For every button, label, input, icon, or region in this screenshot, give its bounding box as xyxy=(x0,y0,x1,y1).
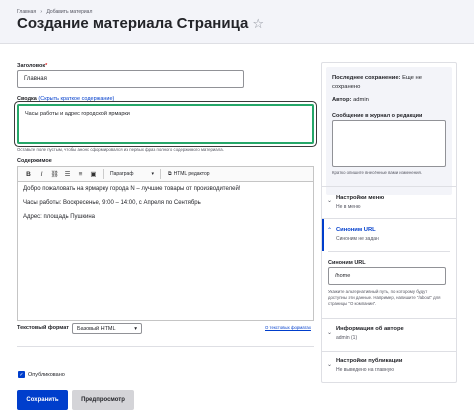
sidebar: Последнее сохранение: Еще не сохранено А… xyxy=(321,62,457,383)
chevron-down-icon: ▾ xyxy=(151,171,154,177)
last-saved: Последнее сохранение: Еще не сохранено xyxy=(332,75,422,90)
editor-content[interactable]: Добро пожаловать на ярмарку города N – л… xyxy=(18,182,313,232)
link-button[interactable]: ⛓ xyxy=(48,168,61,181)
title-label: Заголовок* xyxy=(17,63,48,69)
italic-button[interactable]: I xyxy=(35,168,48,181)
preview-button[interactable]: Предпросмотр xyxy=(72,390,134,410)
summary-textarea[interactable]: Часы работы и адрес городской ярмарки xyxy=(17,104,314,144)
heading-select[interactable]: Параграф ▾ xyxy=(107,171,157,177)
text-format-select[interactable]: Базовый HTML ▾ xyxy=(72,323,142,334)
chevron-down-icon: ⌄ xyxy=(327,362,333,368)
menu-settings-accordion[interactable]: ⌄ Настройки меню Не в меню xyxy=(322,186,456,218)
author-info-accordion[interactable]: ⌄ Информация об авторе admin (1) xyxy=(322,318,456,351)
summary-label: Сводка (Скрыть краткое содержание) xyxy=(17,96,115,102)
publishing-title: Настройки публикации xyxy=(336,358,403,364)
chevron-down-icon: ⌄ xyxy=(327,198,333,204)
bold-button[interactable]: B xyxy=(22,168,35,181)
divider xyxy=(17,346,314,347)
text-format-label: Текстовый формат xyxy=(17,325,69,331)
chevron-down-icon: ▾ xyxy=(134,325,137,332)
page-header: Главная › Добавить материал Создание мат… xyxy=(0,0,474,44)
publishing-subtitle: Не выведено на главную xyxy=(336,367,394,373)
url-alias-field-label: Синоним URL xyxy=(328,260,366,266)
url-alias-title: Синоним URL xyxy=(336,227,376,233)
published-checkbox[interactable]: ✓ xyxy=(18,371,25,378)
body-paragraph: Добро пожаловать на ярмарку города N – л… xyxy=(23,186,241,192)
body-editor: B I ⛓ ☰ ≡ ▣ Параграф ▾ ⧉ HTML редактор Доб… xyxy=(17,166,314,321)
url-alias-subtitle: Синоним не задан xyxy=(336,236,379,242)
url-alias-accordion[interactable]: ⌃ Синоним URL Синоним не задан Синоним U… xyxy=(322,218,456,318)
text-format-help-link[interactable]: О текстовых форматах xyxy=(265,325,311,330)
hide-summary-link[interactable]: (Скрыть краткое содержание) xyxy=(38,96,114,102)
chevron-up-icon: ⌃ xyxy=(327,228,333,234)
url-alias-help: Укажите альтернативный путь, по которому… xyxy=(328,289,441,307)
page-title: Создание материала Страница ☆ xyxy=(17,15,264,32)
author-info-subtitle: admin (1) xyxy=(336,335,358,341)
bulleted-list-icon: ☰ xyxy=(64,171,71,178)
body-paragraph: Часы работы: Воскресенье, 9:00 – 14:00, … xyxy=(23,200,201,206)
image-icon: ▣ xyxy=(90,171,97,178)
chevron-down-icon: ⌄ xyxy=(327,330,333,336)
published-label: Опубликовано xyxy=(28,372,65,378)
source-button[interactable]: ⧉ HTML редактор xyxy=(164,171,214,177)
publishing-accordion[interactable]: ⌄ Настройки публикации Не выведено на гл… xyxy=(322,351,456,383)
numbered-list-icon: ≡ xyxy=(78,170,83,178)
url-alias-input[interactable]: /home xyxy=(328,267,446,285)
meta-box: Последнее сохранение: Еще не сохранено А… xyxy=(326,67,452,195)
body-paragraph: Адрес: площадь Пушкина xyxy=(23,214,95,220)
author-info-title: Информация об авторе xyxy=(336,326,404,332)
menu-settings-title: Настройки меню xyxy=(336,195,385,201)
numbered-list-button[interactable]: ≡ xyxy=(74,168,87,181)
title-input[interactable]: Главная xyxy=(17,70,244,88)
body-label: Содержимое xyxy=(17,158,52,164)
required-mark: * xyxy=(45,63,48,69)
link-icon: ⛓ xyxy=(50,171,59,178)
editor-toolbar: B I ⛓ ☰ ≡ ▣ Параграф ▾ ⧉ HTML редактор xyxy=(18,167,313,182)
save-button[interactable]: Сохранить xyxy=(17,390,68,410)
image-button[interactable]: ▣ xyxy=(87,168,100,181)
summary-help: Оставьте поле пустым, чтобы анонс сформи… xyxy=(17,147,224,152)
revision-help: Кратко опишите внесённые вами изменения. xyxy=(332,170,423,175)
source-icon: ⧉ xyxy=(168,171,172,177)
revision-label: Сообщение в журнал о редакции xyxy=(332,113,423,119)
author-info: Автор: admin xyxy=(332,97,369,103)
revision-textarea[interactable] xyxy=(332,120,446,167)
star-icon[interactable]: ☆ xyxy=(252,16,264,32)
bulleted-list-button[interactable]: ☰ xyxy=(61,168,74,181)
menu-settings-subtitle: Не в меню xyxy=(336,204,361,210)
